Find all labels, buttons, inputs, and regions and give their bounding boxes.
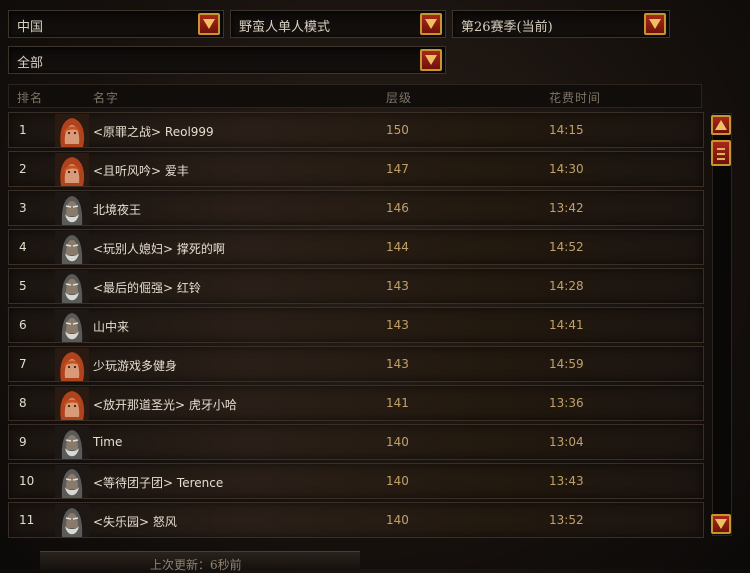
row-tier: 150: [386, 123, 409, 137]
chevron-down-icon: [425, 55, 437, 65]
column-time[interactable]: 花费时间: [549, 89, 601, 106]
row-player-name[interactable]: <失乐园> 怒风: [93, 513, 177, 530]
hero-portrait-icon: [55, 153, 89, 186]
row-player-name[interactable]: <等待团子团> Terence: [93, 474, 223, 491]
leaderboard-row[interactable]: 2 <且听风吟> 爱丰 147 14:30: [8, 151, 704, 187]
row-tier: 141: [386, 396, 409, 410]
row-tier: 146: [386, 201, 409, 215]
leaderboard-row[interactable]: 4 <玩别人媳妇> 撑死的啊 144 14:52: [8, 229, 704, 265]
leaderboard-row[interactable]: 5 <最后的倔强> 红铃 143 14:28: [8, 268, 704, 304]
row-rank: 6: [19, 318, 27, 332]
arrow-up-icon: [715, 120, 727, 130]
row-player-name[interactable]: <且听风吟> 爱丰: [93, 162, 189, 179]
column-tier[interactable]: 层级: [386, 89, 412, 106]
leaderboard-row[interactable]: 1 <原罪之战> Reol999 150 14:15: [8, 112, 704, 148]
leaderboard-row[interactable]: 11 <失乐园> 怒风 140 13:52: [8, 502, 704, 538]
row-time: 14:59: [549, 357, 584, 371]
arrow-down-icon: [715, 519, 727, 529]
mode-dropdown-arrow-button[interactable]: [420, 13, 442, 35]
row-time: 13:42: [549, 201, 584, 215]
scroll-up-button[interactable]: [711, 115, 731, 135]
category-value: 全部: [17, 56, 44, 71]
row-time: 14:52: [549, 240, 584, 254]
row-rank: 11: [19, 513, 35, 527]
row-time: 14:30: [549, 162, 584, 176]
row-player-name[interactable]: <最后的倔强> 红铃: [93, 279, 201, 296]
row-tier: 140: [386, 474, 409, 488]
row-time: 13:52: [549, 513, 584, 527]
row-time: 13:36: [549, 396, 584, 410]
hero-portrait-icon: [55, 309, 89, 342]
hero-portrait-icon: [55, 465, 89, 498]
hero-portrait-icon: [55, 504, 89, 537]
row-rank: 3: [19, 201, 27, 215]
season-value: 第26赛季(当前): [461, 20, 553, 35]
hero-portrait-icon: [55, 348, 89, 381]
mode-value: 野蛮人单人模式: [239, 20, 331, 35]
row-time: 14:41: [549, 318, 584, 332]
row-player-name[interactable]: Time: [93, 435, 122, 449]
hero-portrait-icon: [55, 270, 89, 303]
category-dropdown-arrow-button[interactable]: [420, 49, 442, 71]
row-player-name[interactable]: <放开那道圣光> 虎牙小哈: [93, 396, 237, 413]
hero-portrait-icon: [55, 387, 89, 420]
column-rank[interactable]: 排名: [17, 89, 43, 106]
row-player-name[interactable]: 山中来: [93, 318, 129, 335]
chevron-down-icon: [203, 19, 215, 29]
hero-portrait-icon: [55, 192, 89, 225]
row-rank: 2: [19, 162, 27, 176]
row-tier: 140: [386, 513, 409, 527]
region-dropdown[interactable]: 中国: [8, 10, 224, 38]
row-time: 13:04: [549, 435, 584, 449]
chevron-down-icon: [649, 19, 661, 29]
row-player-name[interactable]: 少玩游戏多健身: [93, 357, 177, 374]
mode-dropdown[interactable]: 野蛮人单人模式: [230, 10, 446, 38]
scrollbar-track[interactable]: [712, 113, 732, 536]
chevron-down-icon: [425, 19, 437, 29]
row-tier: 143: [386, 357, 409, 371]
row-time: 13:43: [549, 474, 584, 488]
row-rank: 1: [19, 123, 27, 137]
leaderboard-header: 排名 名字 层级 花费时间: [8, 84, 702, 108]
season-dropdown[interactable]: 第26赛季(当前): [452, 10, 670, 38]
leaderboard-row[interactable]: 9 Time 140 13:04: [8, 424, 704, 460]
row-tier: 144: [386, 240, 409, 254]
row-rank: 9: [19, 435, 27, 449]
leaderboard-row[interactable]: 8 <放开那道圣光> 虎牙小哈 141 13:36: [8, 385, 704, 421]
region-dropdown-arrow-button[interactable]: [198, 13, 220, 35]
row-player-name[interactable]: <玩别人媳妇> 撑死的啊: [93, 240, 225, 257]
scrollbar-thumb[interactable]: [711, 140, 731, 166]
row-player-name[interactable]: <原罪之战> Reol999: [93, 123, 214, 140]
leaderboard-row[interactable]: 3 北境夜王 146 13:42: [8, 190, 704, 226]
row-rank: 4: [19, 240, 27, 254]
region-value: 中国: [17, 20, 44, 35]
hero-portrait-icon: [55, 231, 89, 264]
season-dropdown-arrow-button[interactable]: [644, 13, 666, 35]
leaderboard-list: 1 <原罪之战> Reol999 150 14:15 2 <且听风吟> 爱丰 147 14:3…: [8, 112, 704, 541]
hero-portrait-icon: [55, 114, 89, 147]
leaderboard-row[interactable]: 10 <等待团子团> Terence 140 13:43: [8, 463, 704, 499]
row-tier: 147: [386, 162, 409, 176]
last-update-text: 上次更新：6秒前: [150, 558, 242, 572]
leaderboard-row[interactable]: 7 少玩游戏多健身 143 14:59: [8, 346, 704, 382]
hero-portrait-icon: [55, 426, 89, 459]
column-name[interactable]: 名字: [93, 89, 119, 106]
row-rank: 10: [19, 474, 35, 488]
row-tier: 143: [386, 279, 409, 293]
scroll-down-button[interactable]: [711, 514, 731, 534]
row-player-name[interactable]: 北境夜王: [93, 201, 141, 218]
row-tier: 140: [386, 435, 409, 449]
row-time: 14:28: [549, 279, 584, 293]
row-time: 14:15: [549, 123, 584, 137]
row-rank: 8: [19, 396, 27, 410]
row-tier: 143: [386, 318, 409, 332]
category-dropdown[interactable]: 全部: [8, 46, 446, 74]
row-rank: 5: [19, 279, 27, 293]
footer-bar: 上次更新：6秒前: [40, 551, 360, 572]
leaderboard-row[interactable]: 6 山中来 143 14:41: [8, 307, 704, 343]
row-rank: 7: [19, 357, 27, 371]
